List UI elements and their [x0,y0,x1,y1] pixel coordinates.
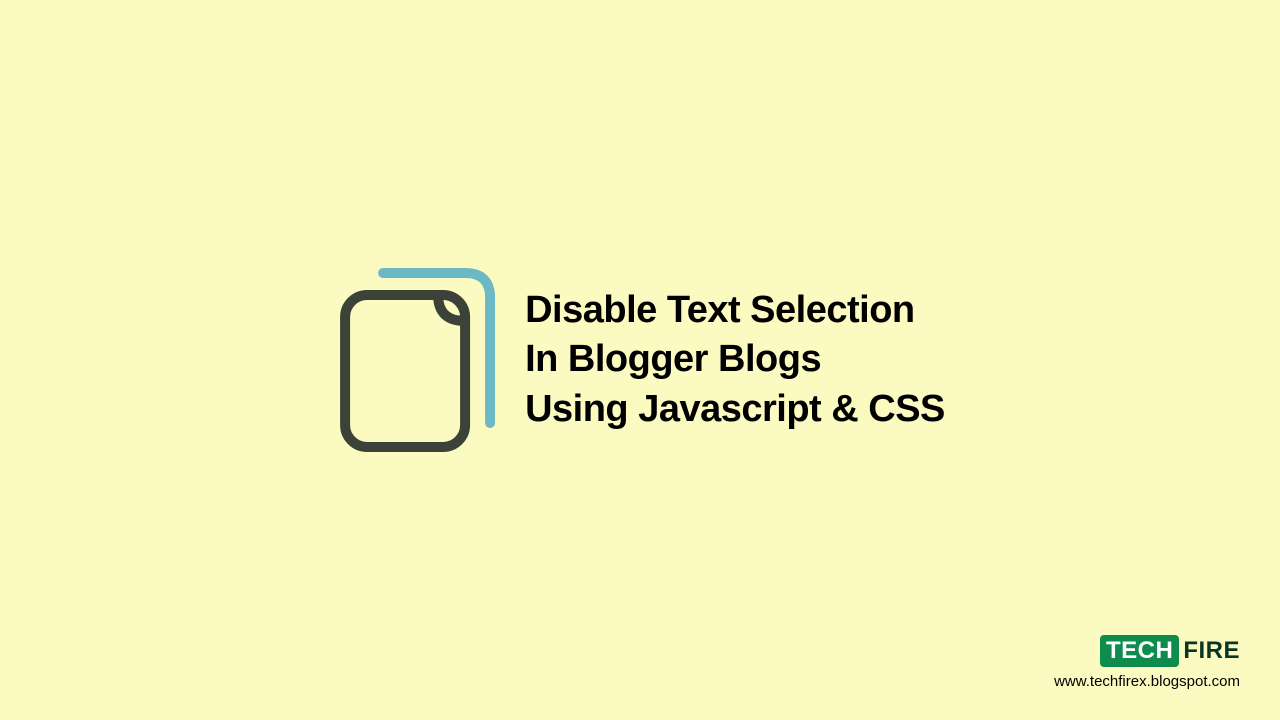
brand-logo: TECHFIRE [1100,635,1240,667]
document-copy-icon [335,265,495,455]
headline-line-2: In Blogger Blogs [525,335,945,384]
headline-text: Disable Text Selection In Blogger Blogs … [525,286,945,434]
brand-fire-label: FIRE [1179,637,1240,664]
headline-line-3: Using Javascript & CSS [525,385,945,434]
footer-brand: TECHFIRE www.techfirex.blogspot.com [1054,635,1240,690]
brand-url: www.techfirex.blogspot.com [1054,673,1240,690]
brand-tech-label: TECH [1100,635,1179,667]
main-content: Disable Text Selection In Blogger Blogs … [335,265,945,455]
headline-line-1: Disable Text Selection [525,286,945,335]
